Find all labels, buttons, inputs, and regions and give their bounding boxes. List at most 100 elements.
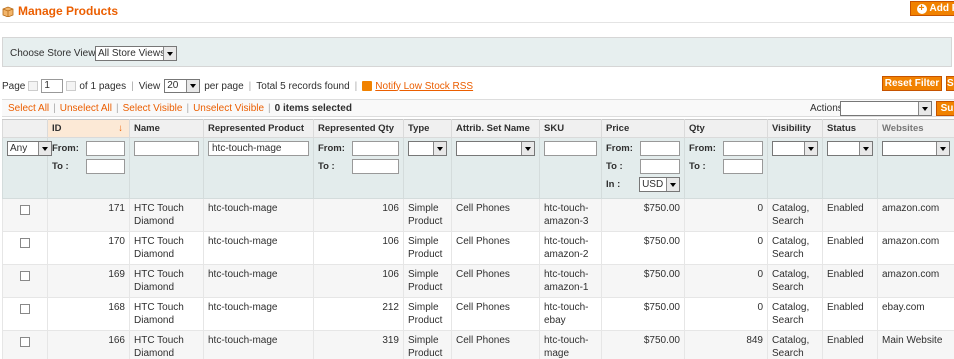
- row-sku: htc-touch-ebay: [539, 297, 602, 331]
- rep-qty-to-label: To :: [318, 161, 335, 172]
- col-name[interactable]: Name: [129, 119, 204, 138]
- row-status: Enabled: [822, 297, 878, 331]
- represented-product-filter-input[interactable]: htc-touch-mage: [208, 141, 309, 156]
- low-stock-rss-link[interactable]: Notify Low Stock RSS: [375, 81, 473, 92]
- row-status: Enabled: [822, 330, 878, 359]
- add-product-button[interactable]: +Add P: [910, 1, 954, 16]
- col-price[interactable]: Price: [601, 119, 685, 138]
- qty-from-input[interactable]: [723, 141, 763, 156]
- id-to-label: To :: [52, 161, 69, 172]
- submit-button[interactable]: Su: [936, 101, 954, 116]
- view-label: View: [138, 80, 161, 92]
- row-represented-product: htc-touch-mage: [203, 264, 314, 298]
- col-type[interactable]: Type: [403, 119, 452, 138]
- row-checkbox[interactable]: [20, 271, 30, 281]
- rep-qty-from-label: From:: [318, 143, 345, 154]
- currency-value: USD: [642, 179, 664, 190]
- rep-qty-from-input[interactable]: [352, 141, 399, 156]
- per-page-value: 20: [167, 80, 179, 91]
- row-represented-qty: 319: [313, 330, 404, 359]
- row-name: HTC Touch Diamond: [129, 297, 204, 331]
- chevron-down-icon: [186, 80, 200, 92]
- next-page-icon[interactable]: [66, 81, 77, 91]
- page-input[interactable]: 1: [41, 79, 64, 93]
- row-sku: htc-touch-mage: [539, 330, 602, 359]
- currency-label: In :: [606, 179, 621, 190]
- row-websites: amazon.com: [877, 264, 954, 298]
- websites-filter-select[interactable]: [882, 141, 950, 156]
- row-represented-qty: 212: [313, 297, 404, 331]
- grid-header-row: ID ↓ Name Represented Product Represented…: [2, 119, 954, 138]
- col-status[interactable]: Status: [822, 119, 878, 138]
- row-checkbox[interactable]: [20, 205, 30, 215]
- col-attrib-set[interactable]: Attrib. Set Name: [451, 119, 540, 138]
- unselect-all-link[interactable]: Unselect All: [60, 103, 112, 114]
- products-grid: ID ↓ Name Represented Product Represented…: [2, 119, 954, 359]
- attrib-set-filter-select[interactable]: [456, 141, 535, 156]
- row-price: $750.00: [601, 198, 685, 232]
- row-id: 171: [47, 198, 130, 232]
- price-from-label: From:: [606, 143, 633, 154]
- search-button[interactable]: Se: [946, 76, 954, 91]
- col-id[interactable]: ID ↓: [47, 119, 130, 138]
- store-view-label: Choose Store View:: [10, 48, 99, 59]
- row-represented-product: htc-touch-mage: [203, 198, 314, 232]
- col-sku[interactable]: SKU: [539, 119, 602, 138]
- col-represented-product[interactable]: Represented Product: [203, 119, 314, 138]
- row-visibility: Catalog, Search: [767, 264, 823, 298]
- id-from-input[interactable]: [86, 141, 125, 156]
- rss-icon: [362, 81, 373, 91]
- sku-filter-input[interactable]: [544, 141, 597, 156]
- col-visibility[interactable]: Visibility: [767, 119, 823, 138]
- per-page-select[interactable]: 20: [164, 79, 201, 93]
- row-visibility: Catalog, Search: [767, 198, 823, 232]
- row-select-cell: [2, 297, 48, 331]
- table-row[interactable]: 171 HTC Touch Diamond htc-touch-mage 106 Sim…: [2, 198, 954, 232]
- type-filter-select[interactable]: [408, 141, 447, 156]
- select-visible-link[interactable]: Select Visible: [123, 103, 183, 114]
- row-checkbox[interactable]: [20, 337, 30, 347]
- name-filter-input[interactable]: [134, 141, 199, 156]
- products-box-icon: [2, 6, 14, 17]
- store-view-value: All Store Views: [98, 48, 166, 59]
- id-to-input[interactable]: [86, 159, 125, 174]
- table-row[interactable]: 166 HTC Touch Diamond htc-touch-mage 319 Sim…: [2, 330, 954, 359]
- prev-page-icon[interactable]: [28, 81, 39, 91]
- chevron-down-icon: [859, 142, 872, 155]
- price-from-input[interactable]: [640, 141, 680, 156]
- table-row[interactable]: 168 HTC Touch Diamond htc-touch-mage 212 Sim…: [2, 297, 954, 331]
- visibility-filter-select[interactable]: [772, 141, 818, 156]
- row-represented-product: htc-touch-mage: [203, 231, 314, 265]
- chevron-down-icon: [804, 142, 817, 155]
- table-row[interactable]: 170 HTC Touch Diamond htc-touch-mage 106 Sim…: [2, 231, 954, 265]
- price-to-input[interactable]: [640, 159, 680, 174]
- row-checkbox[interactable]: [20, 304, 30, 314]
- row-type: Simple Product: [403, 330, 452, 359]
- col-represented-qty[interactable]: Represented Qty: [313, 119, 404, 138]
- plus-icon: +: [916, 4, 927, 14]
- store-view-select[interactable]: All Store Views: [95, 46, 177, 61]
- row-represented-product: htc-touch-mage: [203, 297, 314, 331]
- row-id: 168: [47, 297, 130, 331]
- row-type: Simple Product: [403, 231, 452, 265]
- status-filter-select[interactable]: [827, 141, 873, 156]
- table-row[interactable]: 169 HTC Touch Diamond htc-touch-mage 106 Sim…: [2, 264, 954, 298]
- row-checkbox[interactable]: [20, 238, 30, 248]
- row-sku: htc-touch-amazon-1: [539, 264, 602, 298]
- select-all-link[interactable]: Select All: [8, 103, 49, 114]
- unselect-visible-link[interactable]: Unselect Visible: [193, 103, 264, 114]
- massaction-filter-select[interactable]: Any: [7, 141, 52, 156]
- chevron-down-icon: [918, 102, 931, 115]
- reset-filter-button[interactable]: Reset Filter: [882, 76, 942, 91]
- row-name: HTC Touch Diamond: [129, 198, 204, 232]
- currency-select[interactable]: USD: [639, 177, 680, 192]
- rep-qty-to-input[interactable]: [352, 159, 399, 174]
- row-name: HTC Touch Diamond: [129, 231, 204, 265]
- qty-to-input[interactable]: [723, 159, 763, 174]
- col-qty[interactable]: Qty: [684, 119, 768, 138]
- title-divider: [0, 22, 954, 23]
- of-pages-text: of 1 pages: [79, 80, 127, 92]
- actions-label: Actions: [810, 103, 843, 114]
- row-price: $750.00: [601, 330, 685, 359]
- actions-select[interactable]: [840, 101, 932, 116]
